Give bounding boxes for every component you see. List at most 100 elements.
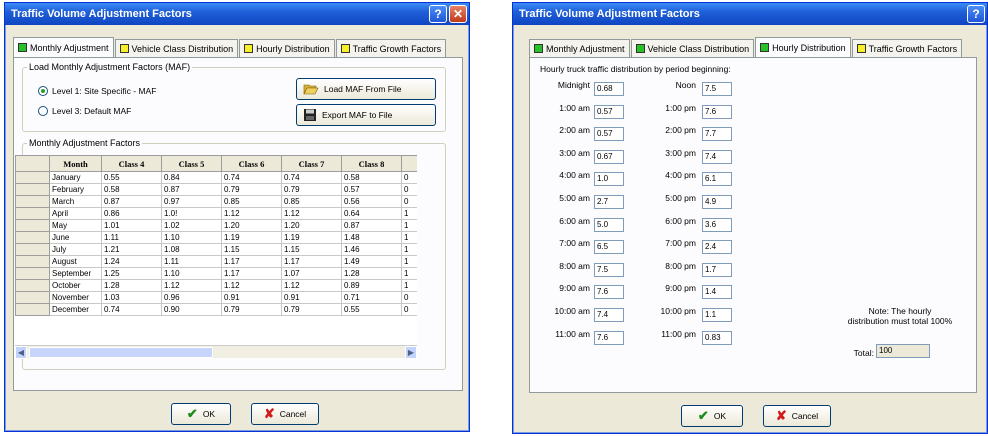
factor-cell[interactable]: 0.64	[341, 207, 402, 220]
ok-button[interactable]: ✔ OK	[171, 403, 231, 425]
radio-level3[interactable]: Level 3: Default MAF	[38, 106, 131, 116]
factor-cell[interactable]: 0.56	[341, 195, 402, 208]
tab-traffic-growth-factors[interactable]: Traffic Growth Factors	[851, 39, 963, 57]
factor-cell[interactable]: 1	[401, 243, 417, 256]
hour-value-field[interactable]: 0.67	[594, 149, 624, 164]
hour-value-field[interactable]: 0.68	[594, 82, 624, 96]
hour-value-field[interactable]: 0.57	[594, 104, 624, 119]
factor-cell[interactable]: 0.87	[161, 183, 222, 196]
factor-cell[interactable]: 0.89	[341, 279, 402, 292]
hour-value-field[interactable]: 6.5	[594, 240, 624, 255]
hour-value-field[interactable]: 6.1	[702, 172, 732, 187]
factor-cell[interactable]: 1.01	[101, 219, 162, 232]
factor-cell[interactable]: 1.17	[221, 255, 282, 268]
row-header[interactable]	[15, 255, 50, 268]
factor-cell[interactable]: 0.97	[161, 195, 222, 208]
factor-cell[interactable]: 1.12	[281, 279, 342, 292]
scroll-thumb[interactable]	[29, 347, 213, 358]
scroll-left-icon[interactable]: ◀	[15, 346, 27, 359]
tab-hourly-distribution[interactable]: Hourly Distribution	[239, 39, 335, 57]
horizontal-scrollbar[interactable]: ◀ ▶	[15, 345, 417, 359]
factor-cell[interactable]: 1.19	[281, 231, 342, 244]
factor-cell[interactable]: 0.79	[281, 183, 342, 196]
help-button[interactable]: ?	[429, 5, 447, 23]
factor-cell[interactable]: 1.12	[221, 279, 282, 292]
row-header[interactable]	[15, 231, 50, 244]
factor-cell[interactable]: 1.11	[161, 255, 222, 268]
factor-cell[interactable]: 1.03	[101, 291, 162, 304]
factor-cell[interactable]: 0.91	[281, 291, 342, 304]
factor-cell[interactable]: 0.58	[341, 171, 402, 184]
close-button[interactable]: ✕	[449, 5, 467, 23]
factor-cell[interactable]: 0.74	[221, 171, 282, 184]
load-maf-button[interactable]: Load MAF From File	[296, 78, 436, 100]
factor-cell[interactable]: 1.28	[341, 267, 402, 280]
factor-cell[interactable]: 0.84	[161, 171, 222, 184]
factor-cell[interactable]: 0.58	[101, 183, 162, 196]
factor-cell[interactable]: 1.10	[161, 231, 222, 244]
factor-cell[interactable]: 1	[401, 279, 417, 292]
row-header[interactable]	[15, 303, 50, 316]
factor-cell[interactable]: 1	[401, 219, 417, 232]
radio-level1[interactable]: Level 1: Site Specific - MAF	[38, 86, 156, 96]
factor-cell[interactable]: 1.02	[161, 219, 222, 232]
maf-table[interactable]: Month Class 4 Class 5 Class 6 Class 7 Cl…	[15, 155, 417, 345]
factor-cell[interactable]: 1.20	[221, 219, 282, 232]
factor-cell[interactable]: 0.74	[101, 303, 162, 316]
factor-cell[interactable]: 1.46	[341, 243, 402, 256]
hour-value-field[interactable]: 7.6	[594, 285, 624, 300]
row-header[interactable]	[15, 183, 50, 196]
hour-value-field[interactable]: 4.9	[702, 195, 732, 209]
row-header[interactable]	[15, 207, 50, 220]
factor-cell[interactable]: 1.15	[221, 243, 282, 256]
factor-cell[interactable]: 1.12	[221, 207, 282, 220]
hour-value-field[interactable]: 0.57	[594, 127, 624, 142]
factor-cell[interactable]: 1.11	[101, 231, 162, 244]
factor-cell[interactable]: 0.55	[101, 171, 162, 184]
row-header[interactable]	[15, 267, 50, 280]
factor-cell[interactable]: 1.07	[281, 267, 342, 280]
ok-button[interactable]: ✔ OK	[681, 405, 743, 427]
row-header[interactable]	[15, 171, 50, 184]
hour-value-field[interactable]: 1.7	[702, 262, 732, 277]
factor-cell[interactable]: 1.28	[101, 279, 162, 292]
factor-cell[interactable]: 1.25	[101, 267, 162, 280]
factor-cell[interactable]: 1.12	[281, 207, 342, 220]
factor-cell[interactable]: 0.79	[221, 303, 282, 316]
factor-cell[interactable]: 1	[401, 231, 417, 244]
factor-cell[interactable]: 0.71	[341, 291, 402, 304]
row-header[interactable]	[15, 291, 50, 304]
hour-value-field[interactable]: 7.7	[702, 127, 732, 142]
hour-value-field[interactable]: 1.1	[702, 308, 732, 322]
hour-value-field[interactable]: 1.4	[702, 285, 732, 300]
factor-cell[interactable]: 0	[401, 183, 417, 196]
row-header[interactable]	[15, 195, 50, 208]
row-header[interactable]	[15, 279, 50, 292]
factor-cell[interactable]: 0	[401, 303, 417, 316]
export-maf-button[interactable]: Export MAF to File	[296, 104, 436, 126]
factor-cell[interactable]: 1.21	[101, 243, 162, 256]
hour-value-field[interactable]: 2.7	[594, 195, 624, 209]
factor-cell[interactable]: 0.91	[221, 291, 282, 304]
factor-cell[interactable]: 0.86	[101, 207, 162, 220]
factor-cell[interactable]: 0.79	[281, 303, 342, 316]
hour-value-field[interactable]: 2.4	[702, 240, 732, 255]
factor-cell[interactable]: 1.17	[221, 267, 282, 280]
tab-vehicle-class-distribution[interactable]: Vehicle Class Distribution	[114, 39, 239, 57]
factor-cell[interactable]: 0.85	[281, 195, 342, 208]
factor-cell[interactable]: 1.48	[341, 231, 402, 244]
tab-vehicle-class-distribution[interactable]: Vehicle Class Distribution	[630, 39, 755, 57]
factor-cell[interactable]: 1.0!	[161, 207, 222, 220]
tab-hourly-distribution[interactable]: Hourly Distribution	[755, 37, 851, 57]
tab-monthly-adjustment[interactable]: Monthly Adjustment	[529, 39, 630, 57]
factor-cell[interactable]: 1.15	[281, 243, 342, 256]
hour-value-field[interactable]: 0.83	[702, 330, 732, 345]
factor-cell[interactable]: 1.12	[161, 279, 222, 292]
factor-cell[interactable]: 1	[401, 267, 417, 280]
factor-cell[interactable]: 1.19	[221, 231, 282, 244]
factor-cell[interactable]: 1.08	[161, 243, 222, 256]
tab-traffic-growth-factors[interactable]: Traffic Growth Factors	[335, 39, 447, 57]
cancel-button[interactable]: ✘ Cancel	[763, 405, 831, 427]
factor-cell[interactable]: 1.20	[281, 219, 342, 232]
hour-value-field[interactable]: 7.4	[702, 149, 732, 164]
